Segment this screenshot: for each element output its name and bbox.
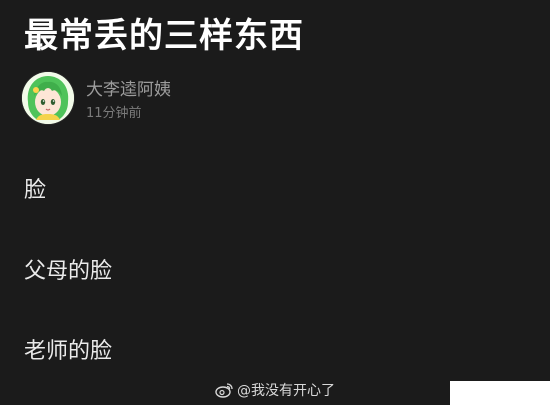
- author-row[interactable]: 大李逵阿姨 11分钟前: [22, 72, 171, 124]
- weibo-icon: [215, 382, 233, 398]
- watermark: @我没有开心了: [215, 380, 335, 400]
- post-page: 最常丢的三样东西 大李逵阿姨 11分钟前 脸 父母的脸 老师的脸 @我没有开心了: [0, 0, 550, 405]
- list-item-3: 老师的脸: [24, 339, 113, 364]
- author-meta: 大李逵阿姨 11分钟前: [86, 75, 171, 121]
- post-title: 最常丢的三样东西: [24, 16, 304, 56]
- avatar[interactable]: [22, 72, 74, 124]
- author-name[interactable]: 大李逵阿姨: [86, 75, 171, 100]
- post-time: 11分钟前: [86, 106, 142, 121]
- list-item-2: 父母的脸: [24, 259, 113, 284]
- watermark-text: @我没有开心了: [237, 383, 335, 399]
- corner-patch: [450, 381, 550, 405]
- anime-avatar-icon: [22, 72, 74, 124]
- list-item-1: 脸: [24, 178, 47, 203]
